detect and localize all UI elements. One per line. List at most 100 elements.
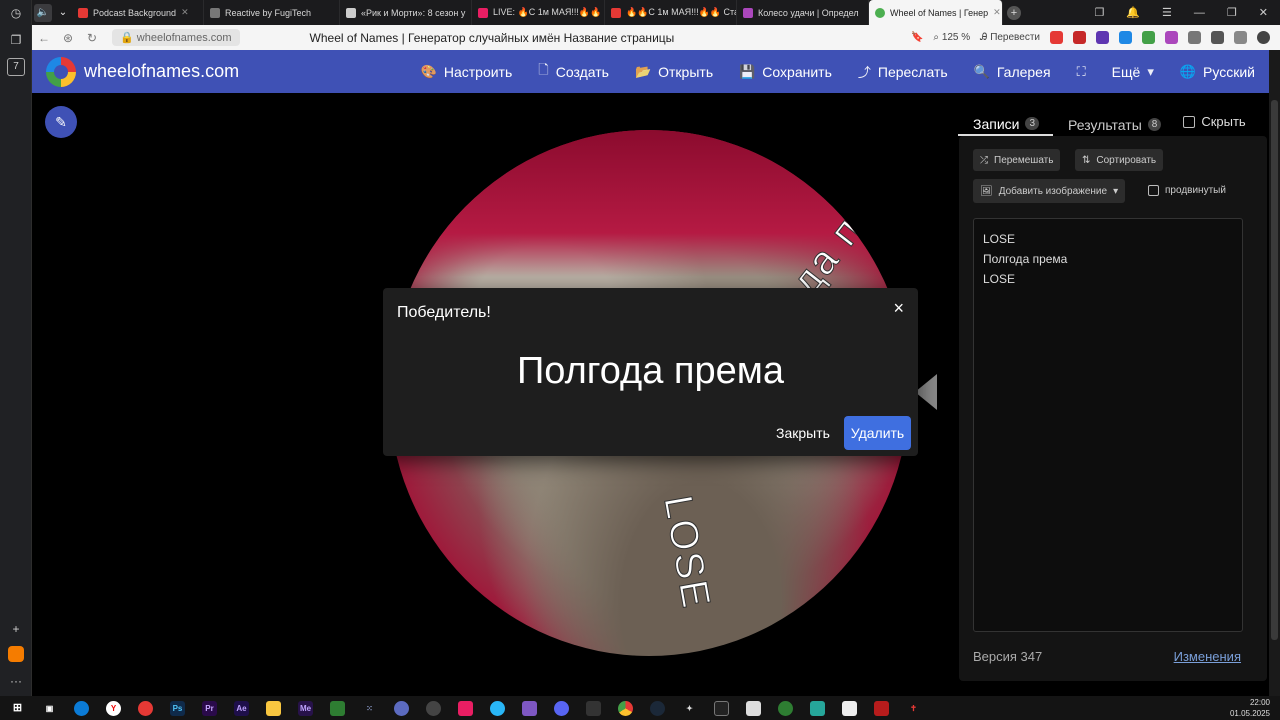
tab-results[interactable]: Результаты 8: [1053, 109, 1175, 136]
menu-open[interactable]: 📂 Открыть: [635, 64, 713, 80]
windows-start-icon[interactable]: ⊞: [10, 701, 25, 716]
entries-textarea[interactable]: LOSE Полгода према LOSE: [973, 218, 1243, 632]
extension-icon[interactable]: [1096, 31, 1109, 44]
more-icon[interactable]: ···: [7, 672, 25, 690]
app-icon[interactable]: [586, 700, 601, 716]
reload-icon[interactable]: ↻: [80, 31, 104, 45]
extension-icon[interactable]: [1050, 31, 1063, 44]
history-icon[interactable]: ◷: [7, 4, 25, 22]
tab-count-icon[interactable]: 7: [7, 58, 25, 76]
new-tab-icon[interactable]: +: [1007, 5, 1021, 20]
globe-icon: 🌐: [1179, 63, 1197, 79]
extension-icon[interactable]: [1142, 31, 1155, 44]
browser-tab[interactable]: «Рик и Морти»: 8 сезон у: [340, 0, 472, 25]
extension-icon[interactable]: [1234, 31, 1247, 44]
settings-icon[interactable]: ☰: [1162, 6, 1172, 19]
wheel-logo-icon[interactable]: [46, 56, 76, 87]
browser-tab[interactable]: 🔥🔥С 1м МАЯ!!!🔥🔥 Ста: [605, 0, 737, 25]
hide-label: Скрыть: [1201, 114, 1246, 129]
browser-tab-active[interactable]: Wheel of Names | Генер ✕: [869, 0, 1003, 25]
document-icon[interactable]: [842, 700, 857, 716]
extension-icon[interactable]: [1211, 31, 1224, 44]
menu-save[interactable]: 💾 Сохранить: [739, 64, 832, 80]
browser-tab[interactable]: Podcast Background ✕: [72, 0, 204, 25]
close-icon[interactable]: ×: [893, 298, 904, 319]
menu-more[interactable]: Ещё ▾: [1112, 64, 1154, 80]
app-icon[interactable]: ⁙: [362, 701, 377, 716]
menu-customize[interactable]: 🎨 Настроить: [421, 64, 513, 80]
edge-icon[interactable]: [74, 700, 89, 716]
zoom-level[interactable]: ⌕ 125 %: [933, 32, 970, 43]
obs-icon[interactable]: [394, 700, 409, 716]
app-icon[interactable]: [8, 646, 24, 662]
telegram-icon[interactable]: [490, 700, 505, 716]
sort-button[interactable]: ⇅ Сортировать: [1075, 149, 1164, 171]
collections-icon[interactable]: ❐: [7, 31, 25, 49]
edit-pencil-icon[interactable]: ✎: [45, 106, 77, 138]
figma-icon[interactable]: [458, 700, 473, 716]
add-icon[interactable]: +: [7, 620, 25, 638]
system-clock[interactable]: 22:00 01.05.2025: [1230, 697, 1270, 719]
close-icon[interactable]: ✕: [181, 7, 189, 18]
app-icon[interactable]: [874, 700, 889, 716]
notification-icon[interactable]: 🔔: [1126, 6, 1140, 19]
clock-date: 01.05.2025: [1229, 709, 1270, 718]
terminal-icon[interactable]: [714, 700, 729, 716]
app-icon[interactable]: ✝: [906, 701, 921, 716]
shuffle-button[interactable]: ⤮ Перемешать: [973, 149, 1061, 171]
protect-icon[interactable]: ⊛: [56, 31, 80, 45]
app-icon[interactable]: [522, 700, 537, 716]
app-icon[interactable]: ✦: [682, 701, 697, 716]
advanced-checkbox[interactable]: продвинутый: [1148, 185, 1226, 196]
opera-icon[interactable]: [138, 700, 153, 716]
menu-fullscreen[interactable]: ⛶: [1077, 64, 1086, 80]
explorer-icon[interactable]: [266, 700, 281, 716]
app-icon[interactable]: [778, 700, 793, 716]
hide-checkbox[interactable]: Скрыть: [1183, 109, 1246, 129]
app-icon[interactable]: [330, 700, 345, 716]
menu-share[interactable]: ⤴ Переслать: [858, 62, 948, 81]
extension-icon[interactable]: [1165, 31, 1178, 44]
task-view-icon[interactable]: ▣: [42, 701, 57, 716]
close-icon[interactable]: ✕: [993, 7, 1001, 18]
menu-gallery[interactable]: 🔍 Галерея: [974, 64, 1051, 80]
close-window-icon[interactable]: ✕: [1259, 6, 1268, 19]
photoshop-icon[interactable]: Ps: [170, 700, 185, 716]
tab-entries[interactable]: Записи 3: [958, 109, 1054, 136]
browser-tab[interactable]: Reactive by FugiTech: [204, 0, 340, 25]
chrome-icon[interactable]: [618, 700, 633, 716]
bookmark-icon[interactable]: 🔖: [911, 32, 923, 43]
premiere-icon[interactable]: Pr: [202, 700, 217, 716]
notepad-icon[interactable]: [746, 700, 761, 716]
steam-icon[interactable]: [650, 700, 665, 716]
media-encoder-icon[interactable]: Me: [298, 700, 313, 716]
extension-icon[interactable]: [1188, 31, 1201, 44]
sound-icon[interactable]: 🔈: [34, 3, 52, 22]
app-icon[interactable]: [426, 700, 441, 716]
extension-icon[interactable]: [1119, 31, 1132, 44]
changes-link[interactable]: Изменения: [1174, 649, 1241, 664]
delete-button[interactable]: Удалить: [844, 416, 911, 450]
back-icon[interactable]: ←: [32, 31, 56, 45]
profile-icon[interactable]: [1257, 31, 1270, 44]
discord-icon[interactable]: [554, 700, 569, 716]
url-field[interactable]: 🔒 wheelofnames.com: [112, 29, 240, 46]
add-image-button[interactable]: 🖼 Добавить изображение ▾: [973, 179, 1126, 203]
collections-icon[interactable]: ❐: [1094, 6, 1104, 19]
maximize-icon[interactable]: ❐: [1227, 6, 1237, 19]
extension-icon[interactable]: [1073, 31, 1086, 44]
browser-tab[interactable]: LIVE: 🔥С 1м МАЯ!!!🔥🔥: [472, 0, 605, 25]
menu-new[interactable]: 🗋 Создать: [538, 61, 609, 83]
close-button[interactable]: Закрыть: [768, 416, 838, 450]
browser-tab[interactable]: Колесо удачи | Определ: [737, 0, 869, 25]
minimize-icon[interactable]: —: [1194, 7, 1205, 19]
menu-language[interactable]: 🌐 Русский: [1180, 64, 1255, 80]
yandex-icon[interactable]: Y: [106, 700, 121, 716]
site-name[interactable]: wheelofnames.com: [84, 61, 239, 82]
app-icon[interactable]: [810, 700, 825, 716]
translate-button[interactable]: Ꭿ Перевести: [980, 32, 1040, 43]
scrollbar[interactable]: [1269, 50, 1280, 696]
chevron-down-icon[interactable]: ⌄: [54, 4, 72, 22]
scroll-thumb[interactable]: [1271, 100, 1278, 640]
after-effects-icon[interactable]: Ae: [234, 700, 249, 716]
